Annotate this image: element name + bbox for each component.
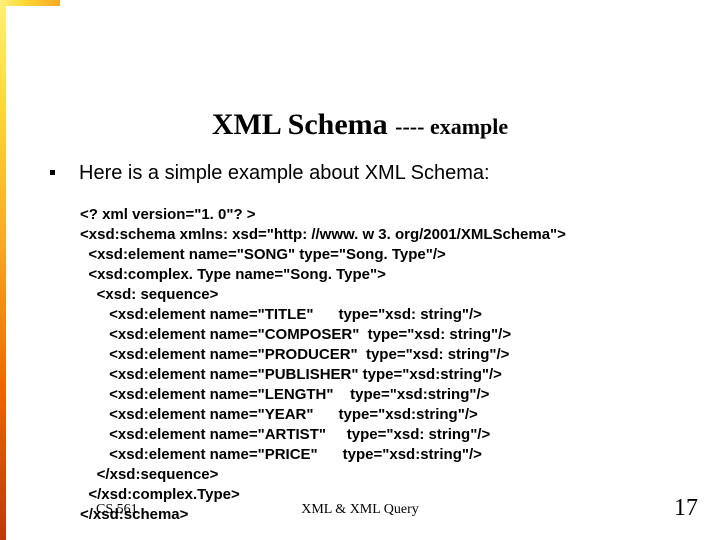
left-accent-bar xyxy=(0,0,6,540)
slide-title: XML Schema ---- example xyxy=(0,108,720,142)
title-sub: ---- example xyxy=(395,114,508,139)
bullet-icon xyxy=(50,170,55,175)
top-accent-bar xyxy=(0,0,60,6)
slide: XML Schema ---- example Here is a simple… xyxy=(0,0,720,540)
title-main: XML Schema xyxy=(212,108,395,141)
footer-center: XML & XML Query xyxy=(0,502,720,518)
xml-code-block: <? xml version="1. 0"? > <xsd:schema xml… xyxy=(80,205,660,525)
intro-bullet: Here is a simple example about XML Schem… xyxy=(50,162,680,185)
bullet-text: Here is a simple example about XML Schem… xyxy=(79,162,490,184)
slide-number: 17 xyxy=(674,495,698,522)
